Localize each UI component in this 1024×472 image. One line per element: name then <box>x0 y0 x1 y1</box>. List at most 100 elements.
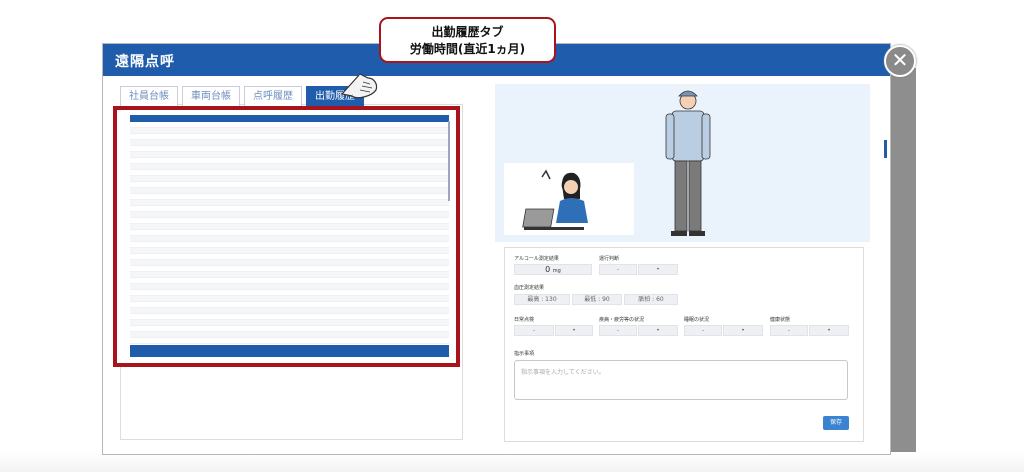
illness-label: 疾病・疲労等の状況 <box>599 317 645 323</box>
tab-rollcall-history[interactable]: 点呼履歴 <box>244 86 302 107</box>
table-cell <box>130 152 162 157</box>
table-cell <box>194 188 226 193</box>
table-cell <box>385 236 417 241</box>
table-cell <box>194 254 226 259</box>
table-cell <box>290 170 322 175</box>
daily-check-option-2[interactable]: • <box>555 325 593 336</box>
table-cell <box>385 170 417 175</box>
daily-check-option-1[interactable]: - <box>514 325 554 336</box>
illness-option-1[interactable]: - <box>599 325 637 336</box>
table-cell <box>290 194 322 199</box>
table-cell <box>194 176 226 181</box>
table-cell <box>321 290 353 295</box>
table-cell <box>130 188 162 193</box>
table-cell <box>290 254 322 259</box>
table-cell <box>290 296 322 301</box>
table-cell <box>226 320 258 325</box>
table-cell <box>417 266 449 271</box>
sleep-option-2[interactable]: • <box>723 325 763 336</box>
sleep-option-1[interactable]: - <box>684 325 722 336</box>
table-cell <box>226 242 258 247</box>
table-scrollbar[interactable] <box>448 121 450 201</box>
table-cell <box>226 278 258 283</box>
table-cell <box>385 152 417 157</box>
table-cell <box>194 128 226 133</box>
table-cell <box>226 206 258 211</box>
table-cell <box>290 176 322 181</box>
table-cell <box>417 326 449 331</box>
judgment-option-1[interactable]: - <box>599 264 637 275</box>
table-cell <box>385 326 417 331</box>
table-cell <box>258 242 290 247</box>
table-cell <box>226 146 258 151</box>
table-cell <box>162 278 194 283</box>
table-cell <box>226 296 258 301</box>
table-cell <box>130 164 162 169</box>
right-scrollbar[interactable] <box>884 140 887 158</box>
rollcall-form <box>504 247 864 442</box>
table-cell <box>226 188 258 193</box>
alcohol-field[interactable]: 0 mg <box>514 264 592 275</box>
table-cell <box>353 302 385 307</box>
instructions-input[interactable]: 指示事項を入力してください。 <box>514 360 848 400</box>
table-cell <box>130 314 162 319</box>
table-cell <box>258 218 290 223</box>
table-cell <box>353 338 385 343</box>
table-cell <box>353 284 385 289</box>
health-option-2[interactable]: • <box>809 325 849 336</box>
table-cell <box>226 224 258 229</box>
table-cell <box>258 308 290 313</box>
table-cell <box>258 122 290 127</box>
table-cell <box>130 254 162 259</box>
tab-bar: 社員台帳 車両台帳 点呼履歴 出勤履歴 <box>120 86 364 107</box>
tab-employee-ledger[interactable]: 社員台帳 <box>120 86 178 107</box>
table-cell <box>385 188 417 193</box>
table-cell <box>194 314 226 319</box>
table-cell <box>194 230 226 235</box>
table-cell <box>385 254 417 259</box>
table-cell <box>385 248 417 253</box>
table-cell <box>417 224 449 229</box>
table-cell <box>353 152 385 157</box>
table-cell <box>162 254 194 259</box>
table-cell <box>226 128 258 133</box>
pulse-field[interactable]: 脈拍 : 60 <box>624 294 678 305</box>
table-cell <box>258 188 290 193</box>
table-cell <box>130 338 162 343</box>
table-cell <box>162 152 194 157</box>
illness-option-2[interactable]: • <box>638 325 678 336</box>
bp-high-field[interactable]: 最高 : 130 <box>514 294 570 305</box>
table-cell <box>353 212 385 217</box>
close-icon[interactable]: ✕ <box>884 45 916 77</box>
table-cell <box>130 128 162 133</box>
bp-low-field[interactable]: 最低 : 90 <box>572 294 622 305</box>
table-cell <box>130 326 162 331</box>
table-cell <box>162 296 194 301</box>
table-cell <box>385 266 417 271</box>
table-cell <box>194 296 226 301</box>
table-cell <box>321 332 353 337</box>
table-cell <box>353 236 385 241</box>
health-option-1[interactable]: - <box>770 325 808 336</box>
table-cell <box>258 176 290 181</box>
table-cell <box>385 134 417 139</box>
table-cell <box>290 224 322 229</box>
table-cell <box>321 152 353 157</box>
table-cell <box>194 248 226 253</box>
table-cell <box>258 332 290 337</box>
table-cell <box>417 338 449 343</box>
judgment-option-2[interactable]: • <box>638 264 678 275</box>
table-cell <box>353 320 385 325</box>
save-button[interactable]: 保存 <box>823 416 849 430</box>
table-cell <box>353 188 385 193</box>
table-cell <box>385 230 417 235</box>
table-cell <box>321 254 353 259</box>
table-cell <box>290 302 322 307</box>
table-cell <box>353 242 385 247</box>
table-cell <box>353 158 385 163</box>
table-cell <box>385 182 417 187</box>
table-cell <box>321 248 353 253</box>
table-cell <box>130 302 162 307</box>
table-cell <box>258 146 290 151</box>
tab-vehicle-ledger[interactable]: 車両台帳 <box>182 86 240 107</box>
